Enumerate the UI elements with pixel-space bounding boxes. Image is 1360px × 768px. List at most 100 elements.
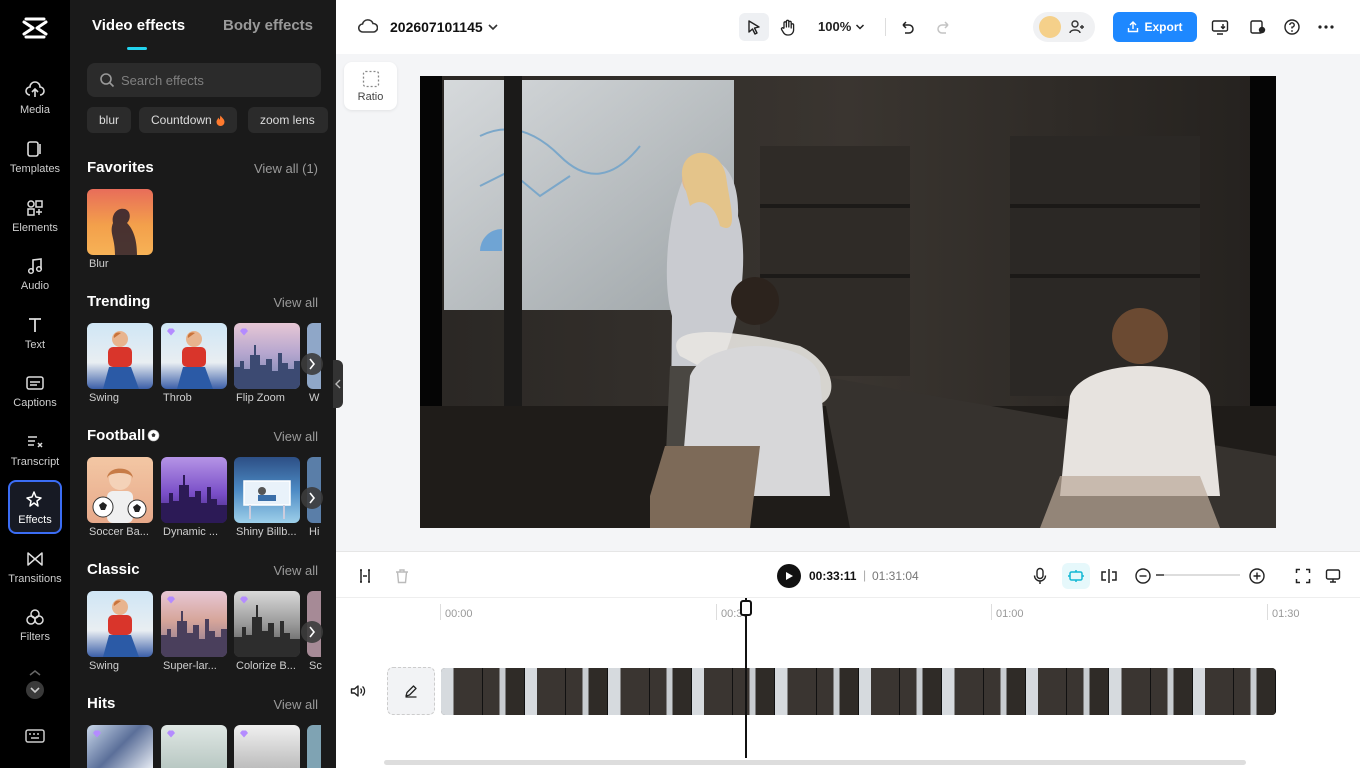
time-separator: | — [863, 568, 867, 582]
zoom-dropdown[interactable]: 100% — [818, 19, 865, 34]
fire-icon — [216, 115, 225, 126]
effect-thumb-hits-3[interactable] — [234, 725, 300, 768]
effect-label: Throb — [163, 392, 192, 404]
delete-button[interactable] — [391, 565, 413, 587]
hand-tool-button[interactable] — [773, 13, 803, 41]
avatar[interactable] — [1039, 16, 1061, 38]
chevron-down-icon[interactable] — [487, 20, 499, 38]
premium-gem-icon — [167, 328, 175, 336]
classic-next-button[interactable] — [301, 621, 323, 643]
clip-frame — [1025, 668, 1068, 715]
cloud-sync-icon[interactable] — [357, 18, 379, 39]
effect-thumb-shiny-billboard[interactable] — [234, 457, 300, 523]
project-name[interactable]: 202607101145 — [390, 19, 483, 35]
preview-mode-button[interactable] — [1322, 565, 1344, 587]
toolbar-divider — [885, 18, 886, 36]
playhead[interactable] — [745, 598, 747, 758]
effect-thumb-partial[interactable] — [307, 725, 321, 768]
search-input[interactable] — [121, 63, 311, 97]
effect-thumb-hits-1[interactable] — [87, 725, 153, 768]
effect-thumb-blur[interactable] — [87, 189, 153, 255]
timeline-zoom-slider[interactable] — [1156, 574, 1240, 576]
cover-edit-button[interactable] — [387, 667, 435, 715]
clip-frame — [649, 668, 692, 715]
effect-thumb-colorize-bw[interactable] — [234, 591, 300, 657]
chip-blur[interactable]: blur — [87, 107, 132, 133]
effect-thumb-throb[interactable] — [161, 323, 227, 389]
feedback-button[interactable] — [1243, 13, 1273, 41]
record-voiceover-button[interactable] — [1029, 565, 1051, 587]
video-clip[interactable] — [441, 668, 1276, 715]
view-all-favorites[interactable]: View all (1) — [254, 161, 318, 176]
rail-expand-button[interactable] — [24, 668, 46, 708]
view-all-classic[interactable]: View all — [273, 563, 318, 578]
video-preview[interactable] — [420, 76, 1276, 528]
select-tool-button[interactable] — [739, 13, 769, 41]
playhead-handle[interactable] — [740, 600, 752, 616]
section-title-football: Football — [87, 427, 160, 444]
rail-item-media[interactable]: Media — [8, 70, 62, 124]
chevron-right-icon — [309, 358, 316, 370]
add-collaborator-icon[interactable] — [1069, 19, 1085, 40]
clip-frame — [482, 668, 525, 715]
music-note-icon — [24, 255, 46, 277]
football-next-button[interactable] — [301, 487, 323, 509]
view-all-football[interactable]: View all — [273, 429, 318, 444]
collaborators-group[interactable] — [1033, 12, 1095, 42]
effect-thumb-super-large[interactable] — [161, 591, 227, 657]
view-all-hits[interactable]: View all — [273, 697, 318, 712]
split-button[interactable] — [354, 565, 376, 587]
rail-item-transcript[interactable]: Transcript — [8, 422, 62, 476]
plus-circle-icon — [1249, 568, 1265, 584]
rail-item-captions[interactable]: Captions — [8, 363, 62, 417]
more-options-button[interactable] — [1311, 13, 1341, 41]
feedback-icon — [1250, 20, 1266, 34]
timeline[interactable]: 00:00 00:30 01:00 01:30 — [336, 597, 1360, 768]
clip-frame — [1067, 668, 1109, 715]
zoom-out-button[interactable] — [1132, 565, 1154, 587]
help-button[interactable] — [1277, 13, 1307, 41]
link-tracks-button[interactable] — [1098, 565, 1120, 587]
premium-gem-icon — [167, 596, 175, 604]
panel-collapse-handle[interactable] — [333, 360, 343, 408]
sparkle-icon — [24, 489, 46, 511]
view-all-trending[interactable]: View all — [273, 295, 318, 310]
clip-frame — [1150, 668, 1193, 715]
chip-countdown[interactable]: Countdown — [139, 107, 237, 133]
present-button[interactable] — [1205, 13, 1235, 41]
redo-button[interactable] — [929, 13, 959, 41]
effect-thumb-soccer-ball[interactable] — [87, 457, 153, 523]
text-icon — [24, 314, 46, 336]
track-mute-button[interactable] — [350, 684, 366, 703]
play-button[interactable] — [777, 564, 801, 588]
effect-thumb-flip-zoom[interactable] — [234, 323, 300, 389]
rail-item-elements[interactable]: Elements — [8, 188, 62, 242]
effect-thumb-dynamic[interactable] — [161, 457, 227, 523]
rail-item-transitions[interactable]: Transitions — [8, 539, 62, 593]
undo-button[interactable] — [892, 13, 922, 41]
aspect-ratio-icon — [362, 70, 379, 87]
zoom-in-button[interactable] — [1246, 565, 1268, 587]
rail-item-templates[interactable]: Templates — [8, 129, 62, 183]
tab-video-effects[interactable]: Video effects — [92, 17, 185, 34]
auto-snap-button[interactable] — [1062, 563, 1090, 589]
ratio-button[interactable]: Ratio — [344, 62, 397, 110]
effect-thumb-hits-2[interactable] — [161, 725, 227, 768]
trending-next-button[interactable] — [301, 353, 323, 375]
export-button[interactable]: Export — [1113, 12, 1197, 42]
effect-thumb-swing[interactable] — [87, 323, 153, 389]
timeline-scrollbar[interactable] — [384, 760, 1246, 765]
rail-item-text[interactable]: Text — [8, 305, 62, 359]
keyboard-shortcuts-icon[interactable] — [24, 727, 46, 747]
effect-thumb-swing-classic[interactable] — [87, 591, 153, 657]
fit-timeline-button[interactable] — [1292, 565, 1314, 587]
premium-gem-icon — [240, 730, 248, 738]
rail-item-filters[interactable]: Filters — [8, 597, 62, 651]
chevron-right-icon — [309, 492, 316, 504]
rail-item-effects[interactable]: Effects — [8, 480, 62, 534]
tab-body-effects[interactable]: Body effects — [223, 17, 313, 34]
chevron-right-icon — [309, 626, 316, 638]
rail-item-audio[interactable]: Audio — [8, 246, 62, 300]
chip-zoom-lens[interactable]: zoom lens — [248, 107, 328, 133]
capcut-logo-icon[interactable] — [19, 14, 51, 42]
